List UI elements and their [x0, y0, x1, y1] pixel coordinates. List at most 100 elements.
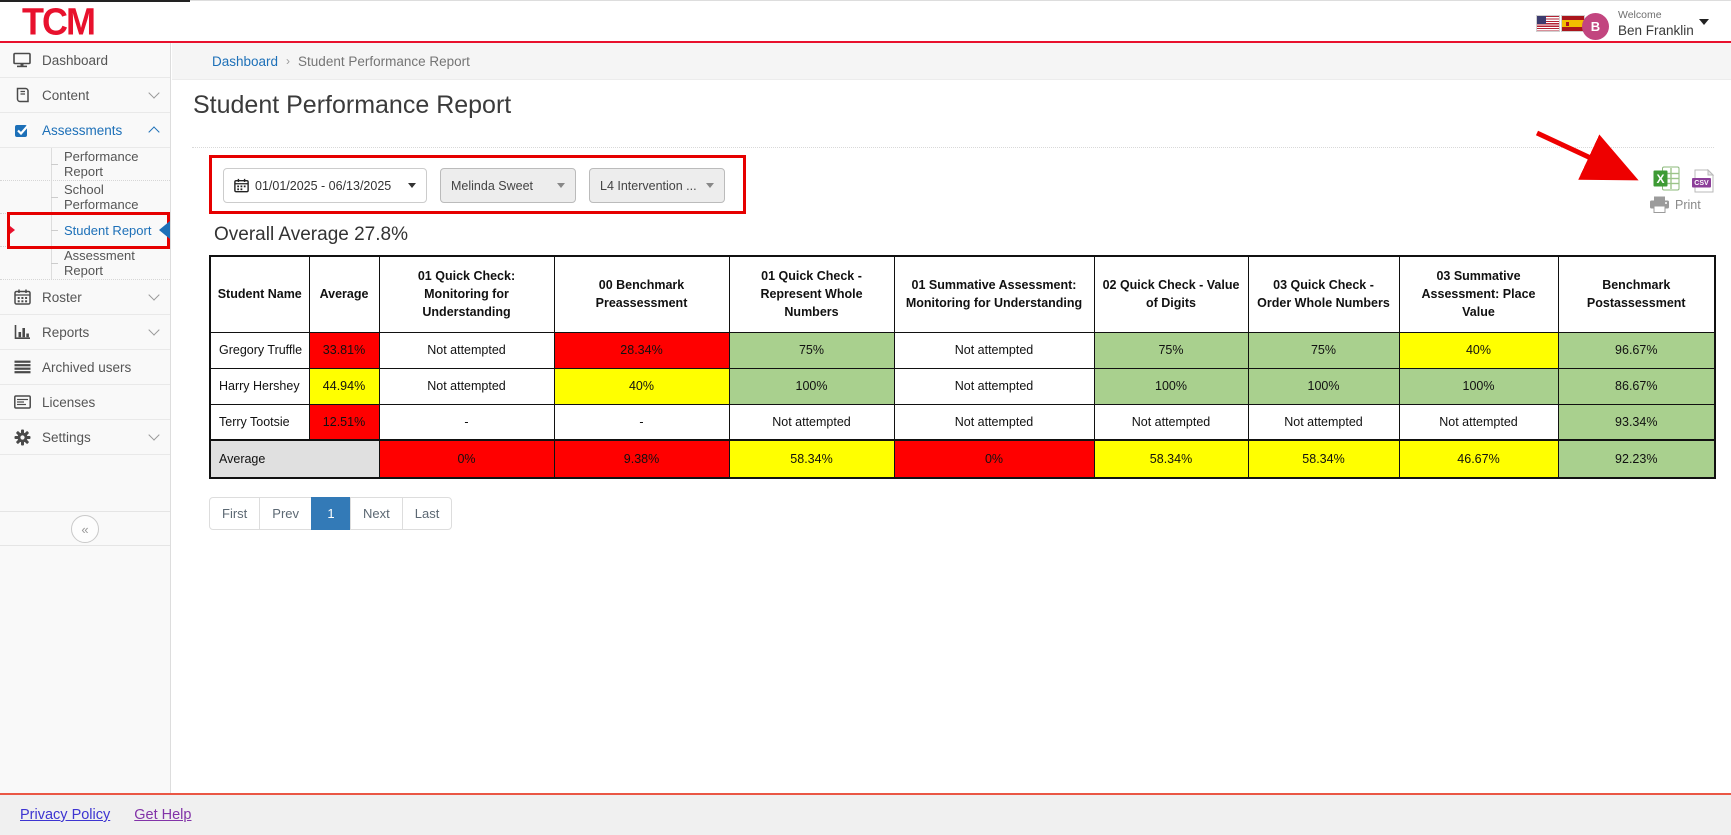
us-flag-icon[interactable]: [1537, 16, 1559, 31]
sidebar-item-assessments[interactable]: Assessments: [0, 113, 170, 148]
breadcrumb-dashboard-link[interactable]: Dashboard: [212, 54, 278, 69]
overall-average: Overall Average 27.8%: [214, 224, 408, 246]
sidebar-item-school-performance[interactable]: School Performance: [0, 181, 170, 214]
column-header: 03 Quick Check - Order Whole Numbers: [1248, 256, 1399, 332]
average-score-cell: 58.34%: [1248, 440, 1399, 478]
sidebar-item-archived-users[interactable]: Archived users: [0, 350, 170, 385]
score-cell: 12.51%: [309, 404, 379, 440]
excel-glyph: X: [1656, 172, 1664, 186]
column-header: 02 Quick Check - Value of Digits: [1094, 256, 1248, 332]
excel-export-icon[interactable]: X: [1653, 166, 1680, 197]
column-header: Average: [309, 256, 379, 332]
sidebar-item-assessment-report[interactable]: Assessment Report: [0, 247, 170, 280]
average-score-cell: 0%: [379, 440, 554, 478]
welcome-label: Welcome: [1618, 9, 1694, 21]
list-icon: [13, 360, 31, 374]
student-name-cell: Harry Hershey: [210, 368, 309, 404]
score-cell: Not attempted: [1399, 404, 1558, 440]
window-edge-line: [190, 0, 1731, 1]
score-cell: Not attempted: [894, 368, 1094, 404]
score-cell: 100%: [729, 368, 894, 404]
score-cell: Not attempted: [1094, 404, 1248, 440]
score-cell: 100%: [1399, 368, 1558, 404]
score-cell: 86.67%: [1558, 368, 1715, 404]
score-cell: -: [379, 404, 554, 440]
page-title: Student Performance Report: [193, 91, 511, 120]
average-score-cell: 92.23%: [1558, 440, 1715, 478]
score-cell: 75%: [1094, 332, 1248, 368]
teacher-select-value: Melinda Sweet: [451, 179, 533, 193]
breadcrumb: Dashboard › Student Performance Report: [172, 43, 1731, 80]
sidebar-collapse-button[interactable]: «: [71, 515, 99, 543]
sidebar-item-performance-report[interactable]: Performance Report: [0, 148, 170, 181]
date-range-picker[interactable]: 01/01/2025 - 06/13/2025: [223, 168, 427, 203]
privacy-policy-link[interactable]: Privacy Policy: [20, 807, 110, 823]
language-switcher: [1537, 16, 1584, 31]
tcm-logo[interactable]: TCM: [22, 0, 94, 44]
average-score-cell: 0%: [894, 440, 1094, 478]
calendar-icon: [13, 289, 31, 305]
gear-icon: [13, 429, 31, 446]
sidebar-item-roster[interactable]: Roster: [0, 280, 170, 315]
score-cell: Not attempted: [729, 404, 894, 440]
sidebar-item-label: Reports: [42, 325, 89, 340]
average-label-cell: Average: [210, 440, 379, 478]
page-button-prev[interactable]: Prev: [259, 497, 312, 530]
sidebar-item-settings[interactable]: Settings: [0, 420, 170, 455]
sidebar-item-dashboard[interactable]: Dashboard: [0, 43, 170, 78]
avatar[interactable]: B: [1582, 13, 1609, 40]
student-row: Harry Hershey44.94%Not attempted40%100%N…: [210, 368, 1715, 404]
sidebar-item-licenses[interactable]: Licenses: [0, 385, 170, 420]
get-help-link[interactable]: Get Help: [134, 807, 191, 823]
score-cell: Not attempted: [894, 332, 1094, 368]
sidebar-item-label: Roster: [42, 290, 82, 305]
student-name-cell: Gregory Truffle: [210, 332, 309, 368]
score-cell: 44.94%: [309, 368, 379, 404]
score-cell: 75%: [1248, 332, 1399, 368]
chevron-down-icon: [148, 324, 159, 335]
column-header: 03 Summative Assessment: Place Value: [1399, 256, 1558, 332]
sidebar-item-content[interactable]: Content: [0, 78, 170, 113]
average-score-cell: 58.34%: [729, 440, 894, 478]
sidebar-item-reports[interactable]: Reports: [0, 315, 170, 350]
sidebar: Dashboard Content Assessments Performanc…: [0, 43, 171, 793]
average-score-cell: 46.67%: [1399, 440, 1558, 478]
class-select[interactable]: L4 Intervention ...: [589, 168, 725, 203]
calendar-icon: [234, 178, 249, 193]
footer: Privacy Policy Get Help: [0, 795, 1731, 835]
column-header: Student Name: [210, 256, 309, 332]
score-cell: 100%: [1094, 368, 1248, 404]
export-tools: X CSV Print: [1645, 164, 1725, 214]
page-button-next[interactable]: Next: [350, 497, 403, 530]
breadcrumb-separator: ›: [286, 54, 290, 68]
spain-flag-icon[interactable]: [1562, 16, 1584, 31]
class-select-value: L4 Intervention ...: [600, 179, 697, 193]
chevron-down-icon: [148, 289, 159, 300]
page-button-last[interactable]: Last: [402, 497, 453, 530]
user-menu-caret-icon[interactable]: [1699, 19, 1709, 25]
page-button-1[interactable]: 1: [311, 497, 351, 530]
user-menu[interactable]: Welcome Ben Franklin: [1618, 9, 1694, 38]
score-cell: 100%: [1248, 368, 1399, 404]
page-button-first[interactable]: First: [209, 497, 260, 530]
teacher-select[interactable]: Melinda Sweet: [440, 168, 576, 203]
sidebar-item-label: Settings: [42, 430, 91, 445]
score-cell: Not attempted: [379, 368, 554, 404]
date-range-value: 01/01/2025 - 06/13/2025: [255, 179, 391, 193]
breadcrumb-current: Student Performance Report: [298, 54, 470, 69]
user-name: Ben Franklin: [1618, 23, 1694, 38]
pagination: FirstPrev1NextLast: [209, 497, 452, 530]
chevron-down-icon: [148, 87, 159, 98]
nav-caret-icon: [10, 226, 15, 234]
sidebar-subitem-label: School Performance: [64, 182, 170, 212]
caret-down-icon: [706, 183, 714, 188]
sidebar-subitem-label: Assessment Report: [64, 248, 170, 278]
checkbox-icon: [13, 122, 31, 138]
monitor-icon: [13, 52, 31, 68]
sidebar-subitem-label: Performance Report: [64, 149, 170, 179]
filter-bar: 01/01/2025 - 06/13/2025 Melinda Sweet L4…: [223, 168, 725, 203]
print-button[interactable]: Print: [1649, 196, 1701, 213]
score-cell: 33.81%: [309, 332, 379, 368]
sidebar-item-student-report[interactable]: Student Report: [0, 214, 170, 247]
csv-export-icon[interactable]: CSV: [1691, 169, 1716, 198]
